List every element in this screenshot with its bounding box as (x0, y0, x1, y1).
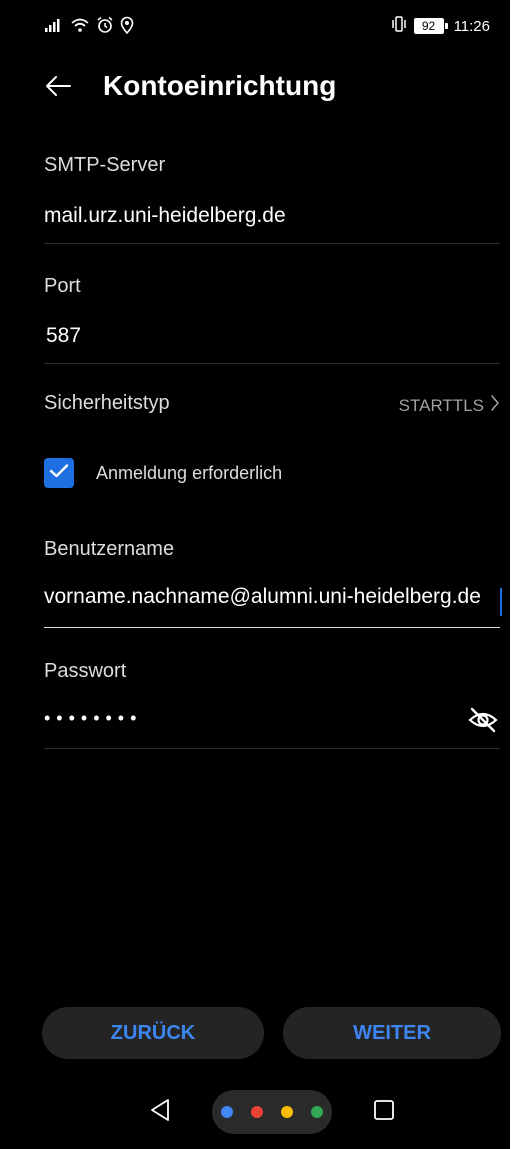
username-input[interactable]: vorname.nachname@alumni.uni-heidelberg.d… (44, 585, 500, 621)
back-button[interactable] (38, 68, 78, 108)
status-bar: 92 11:26 (0, 0, 510, 52)
clock: 11:26 (453, 17, 490, 35)
password-label: Passwort (44, 660, 127, 682)
red-dot (251, 1106, 263, 1118)
nav-back-button[interactable] (145, 1097, 175, 1127)
chevron-right-icon (490, 394, 500, 417)
security-type-row[interactable]: Sicherheitstyp STARTTLS (44, 385, 500, 425)
username-text: vorname.nachname@alumni.uni-heidelberg.d… (44, 585, 481, 608)
nav-recents-button[interactable] (370, 1098, 398, 1126)
back-nav-button[interactable]: ZURÜCK (42, 1007, 264, 1059)
location-icon (120, 16, 134, 39)
status-icons-left (44, 16, 134, 39)
nav-home-icon (221, 1106, 323, 1118)
username-divider (44, 627, 500, 628)
security-type-label: Sicherheitstyp (44, 392, 170, 414)
security-type-text: STARTTLS (398, 395, 484, 415)
password-input[interactable]: •••••••• (44, 708, 142, 729)
smtp-server-divider (44, 243, 500, 244)
navigation-bar (0, 1090, 510, 1149)
auth-required-row[interactable]: Anmeldung erforderlich (44, 455, 500, 491)
port-label: Port (44, 275, 81, 297)
eye-off-icon (468, 707, 498, 738)
wifi-icon (70, 17, 90, 38)
username-label: Benutzername (44, 538, 175, 560)
nav-recents-icon (373, 1099, 395, 1126)
port-divider (44, 363, 500, 364)
page-title: Kontoeinrichtung (103, 70, 337, 101)
screen: 92 11:26 Kontoeinrichtung SMTP-Server ma… (0, 0, 510, 1149)
green-dot (311, 1106, 323, 1118)
port-input[interactable]: 587 (46, 324, 81, 348)
show-password-toggle[interactable] (466, 707, 500, 737)
nav-back-icon (149, 1098, 171, 1127)
alarm-icon (96, 16, 114, 39)
password-divider (44, 748, 500, 749)
auth-required-checkbox[interactable] (44, 458, 74, 488)
arrow-left-icon (44, 74, 72, 103)
nav-home-button[interactable] (212, 1090, 332, 1134)
yellow-dot (281, 1106, 293, 1118)
app-header: Kontoeinrichtung (0, 58, 510, 114)
battery-level: 92 (413, 18, 448, 34)
next-button[interactable]: WEITER (283, 1007, 501, 1059)
auth-required-label: Anmeldung erforderlich (96, 463, 283, 483)
vibrate-icon (390, 16, 408, 36)
text-cursor (500, 588, 502, 616)
signal-icon (44, 17, 64, 38)
security-type-value: STARTTLS (399, 394, 500, 417)
checkmark-icon (49, 463, 69, 484)
smtp-server-label: SMTP-Server (44, 154, 166, 176)
blue-dot (221, 1106, 233, 1118)
smtp-server-input[interactable]: mail.urz.uni-heidelberg.de (44, 204, 286, 228)
status-icons-right: 92 11:26 (390, 16, 490, 36)
